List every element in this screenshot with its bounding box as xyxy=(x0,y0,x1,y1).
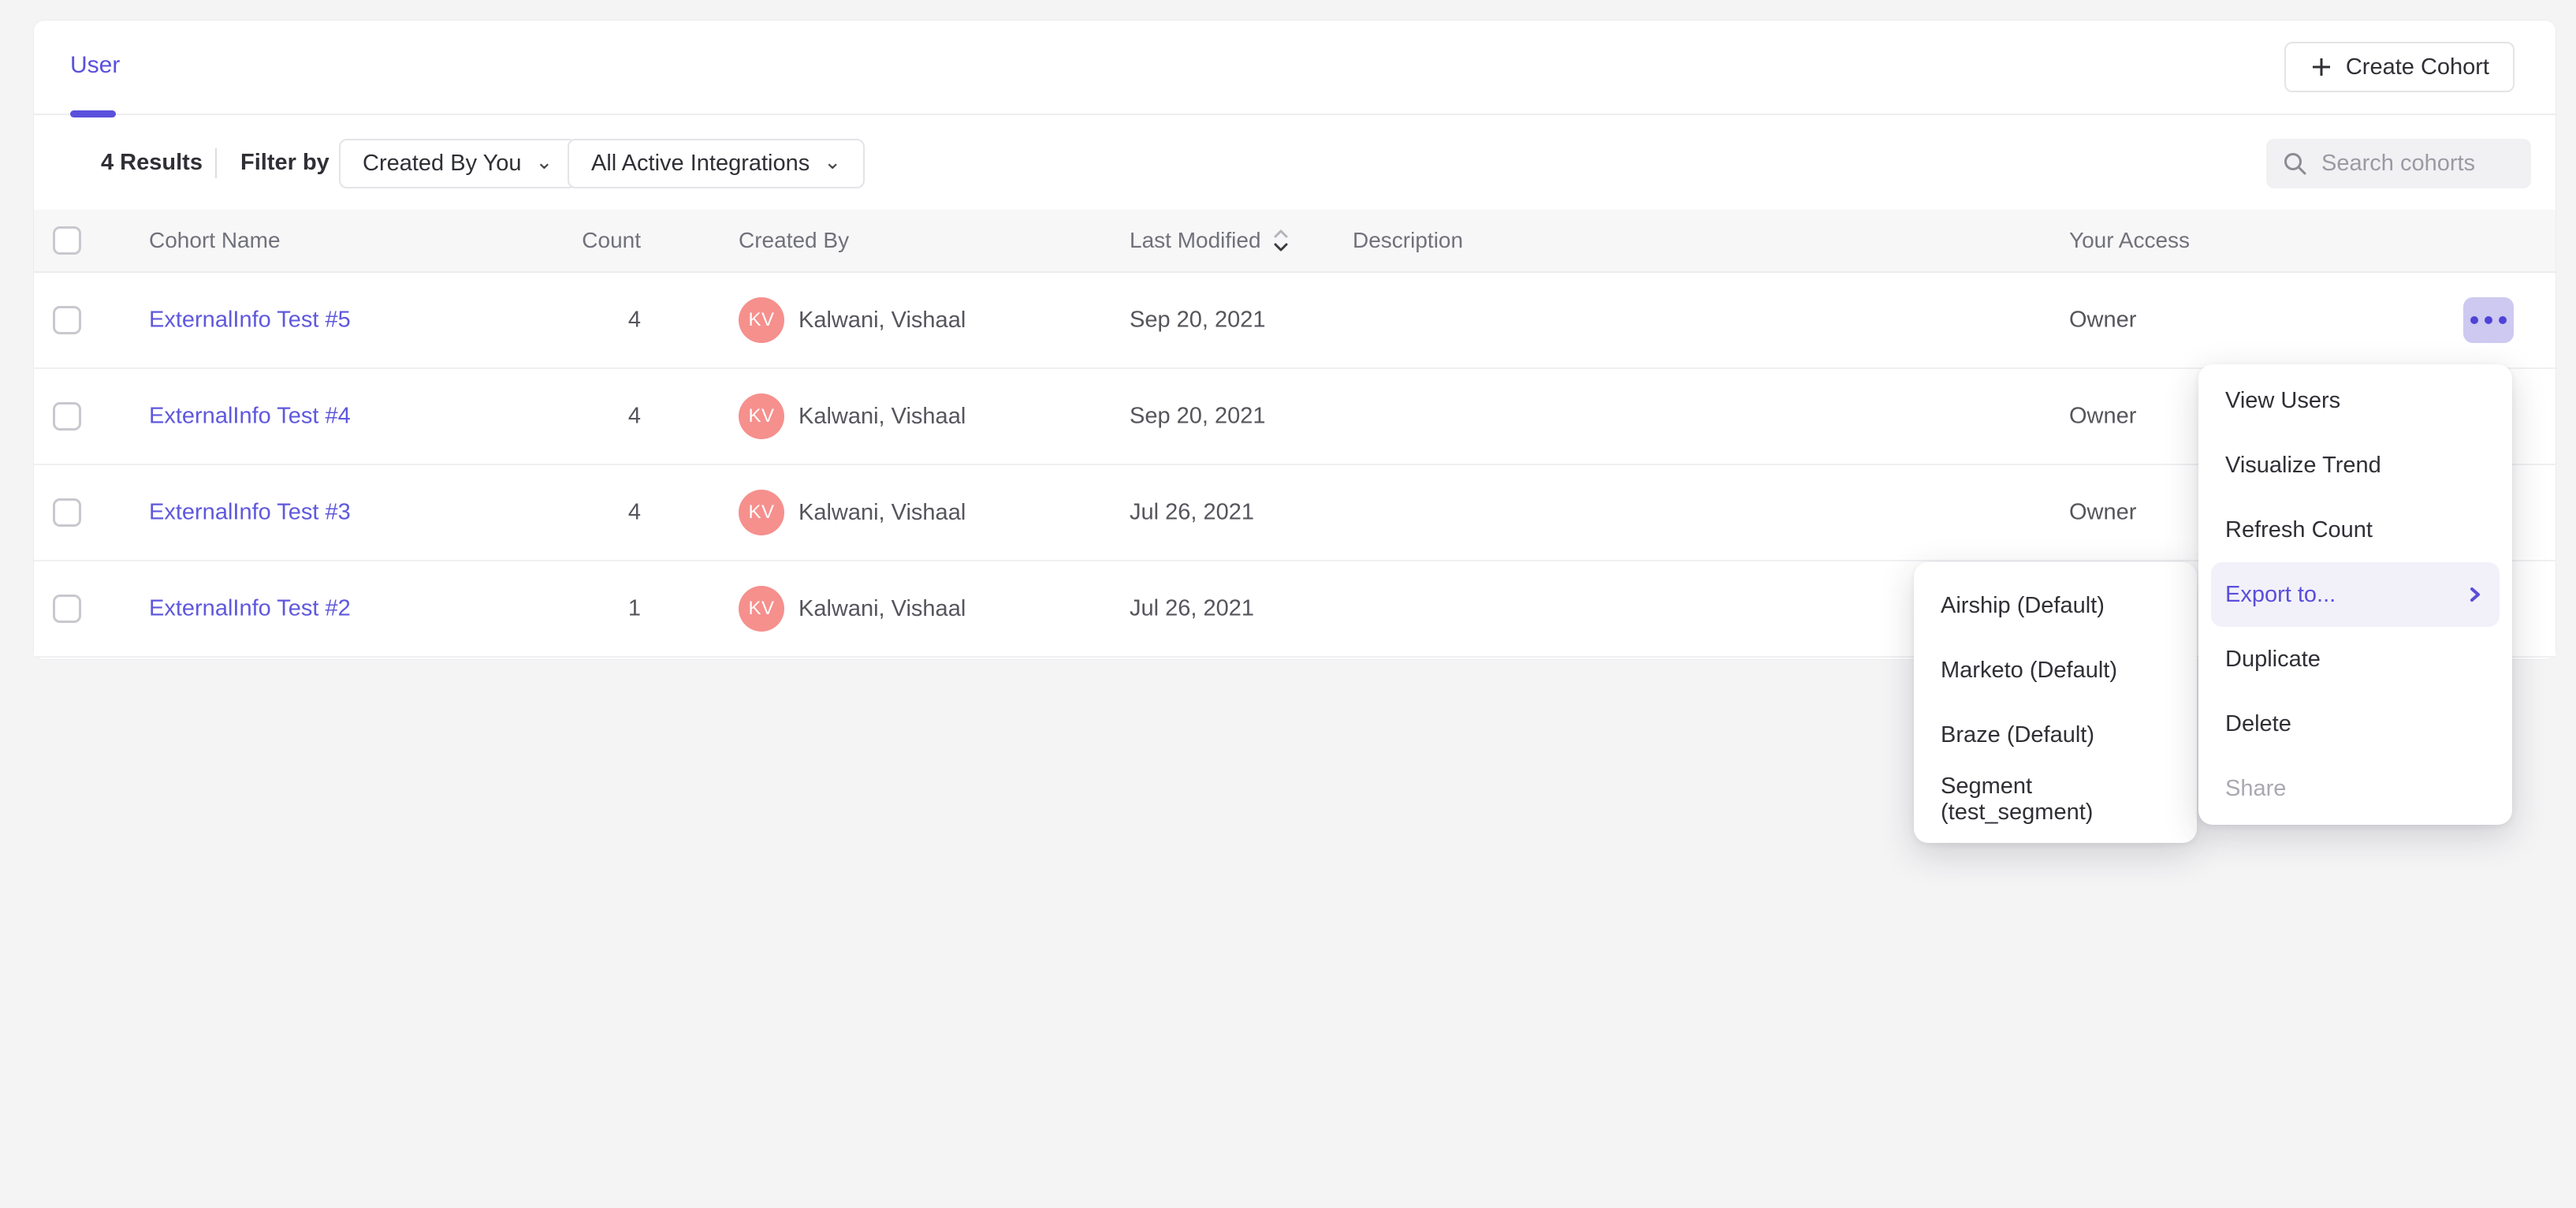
cohort-count: 4 xyxy=(628,500,641,525)
avatar: KV xyxy=(739,393,784,439)
menu-item-segment[interactable]: Segment (test_segment) xyxy=(1914,767,2197,832)
menu-item-refresh-count[interactable]: Refresh Count xyxy=(2198,498,2512,562)
row-checkbox[interactable] xyxy=(53,498,81,527)
row-overflow-menu-button[interactable] xyxy=(2463,297,2514,343)
row-checkbox[interactable] xyxy=(53,402,81,431)
created-by-filter-value: Created By You xyxy=(363,151,522,177)
search-input[interactable]: Search cohorts xyxy=(2266,139,2531,188)
integrations-filter-dropdown[interactable]: All Active Integrations ⌄ xyxy=(568,139,865,188)
menu-item-airship[interactable]: Airship (Default) xyxy=(1914,573,2197,638)
creator-name: Kalwani, Vishaal xyxy=(798,596,966,622)
table-header-row: Cohort Name Count Created By Last Modifi… xyxy=(34,210,2556,273)
filter-bar: 4 Results Filter by Created By You ⌄ All… xyxy=(34,115,2556,210)
menu-item-export-to[interactable]: Export to... xyxy=(2211,562,2500,627)
created-by-filter-dropdown[interactable]: Created By You ⌄ xyxy=(339,139,576,188)
cohort-name-link[interactable]: ExternalInfo Test #4 xyxy=(149,404,351,429)
cohort-name-link[interactable]: ExternalInfo Test #2 xyxy=(149,596,351,621)
menu-item-visualize-trend[interactable]: Visualize Trend xyxy=(2198,433,2512,498)
menu-item-duplicate[interactable]: Duplicate xyxy=(2198,627,2512,692)
access-value: Owner xyxy=(2069,308,2136,333)
row-checkbox[interactable] xyxy=(53,306,81,334)
create-cohort-label: Create Cohort xyxy=(2346,54,2489,80)
last-modified-date: Sep 20, 2021 xyxy=(1130,404,1266,429)
table-row: ExternalInfo Test #3 4 KV Kalwani, Visha… xyxy=(34,465,2556,561)
cohort-count: 1 xyxy=(628,596,641,621)
table-row: ExternalInfo Test #5 4 KV Kalwani, Visha… xyxy=(34,273,2556,369)
create-cohort-button[interactable]: Create Cohort xyxy=(2284,42,2515,92)
menu-item-share: Share xyxy=(2198,756,2512,821)
column-header-description[interactable]: Description xyxy=(1353,228,1463,253)
column-header-last-modified[interactable]: Last Modified xyxy=(1130,228,1290,253)
column-header-count[interactable]: Count xyxy=(444,228,641,253)
row-checkbox[interactable] xyxy=(53,595,81,623)
access-value: Owner xyxy=(2069,500,2136,525)
column-header-your-access[interactable]: Your Access xyxy=(2069,228,2190,253)
avatar: KV xyxy=(739,586,784,632)
creator-name: Kalwani, Vishaal xyxy=(798,404,966,430)
menu-item-braze[interactable]: Braze (Default) xyxy=(1914,703,2197,767)
search-placeholder: Search cohorts xyxy=(2321,151,2475,177)
cohort-count: 4 xyxy=(628,404,641,429)
cohort-count: 4 xyxy=(628,308,641,333)
last-modified-date: Sep 20, 2021 xyxy=(1130,308,1266,333)
results-count: 4 Results xyxy=(101,150,203,176)
chevron-down-icon: ⌄ xyxy=(536,151,553,172)
column-header-cohort-name[interactable]: Cohort Name xyxy=(149,228,281,253)
cohort-name-link[interactable]: ExternalInfo Test #3 xyxy=(149,500,351,525)
table-row: ExternalInfo Test #4 4 KV Kalwani, Visha… xyxy=(34,369,2556,465)
menu-item-marketo[interactable]: Marketo (Default) xyxy=(1914,638,2197,703)
menu-item-delete[interactable]: Delete xyxy=(2198,692,2512,756)
cohorts-page: { "header": { "tab_label": "User", "crea… xyxy=(0,0,2576,1208)
plus-icon xyxy=(2310,55,2333,79)
search-icon xyxy=(2282,151,2309,177)
column-header-created-by[interactable]: Created By xyxy=(739,228,849,253)
chevron-right-icon xyxy=(2468,583,2482,606)
creator-name: Kalwani, Vishaal xyxy=(798,308,966,334)
row-context-menu: View Users Visualize Trend Refresh Count… xyxy=(2198,364,2512,825)
divider xyxy=(215,148,217,178)
sort-icon[interactable] xyxy=(1272,228,1290,253)
chevron-down-icon: ⌄ xyxy=(824,151,841,172)
export-to-label: Export to... xyxy=(2225,582,2336,608)
integrations-filter-value: All Active Integrations xyxy=(591,151,810,177)
menu-item-view-users[interactable]: View Users xyxy=(2198,368,2512,433)
creator-name: Kalwani, Vishaal xyxy=(798,500,966,526)
select-all-checkbox[interactable] xyxy=(53,226,81,255)
access-value: Owner xyxy=(2069,404,2136,429)
avatar: KV xyxy=(739,297,784,343)
export-submenu: Airship (Default) Marketo (Default) Braz… xyxy=(1914,562,2197,843)
last-modified-date: Jul 26, 2021 xyxy=(1130,500,1254,525)
avatar: KV xyxy=(739,490,784,535)
filter-by-label: Filter by xyxy=(240,150,329,176)
tab-user[interactable]: User xyxy=(70,52,120,79)
cohort-name-link[interactable]: ExternalInfo Test #5 xyxy=(149,308,351,333)
tab-bar: User Create Cohort xyxy=(34,21,2556,115)
last-modified-date: Jul 26, 2021 xyxy=(1130,596,1254,621)
